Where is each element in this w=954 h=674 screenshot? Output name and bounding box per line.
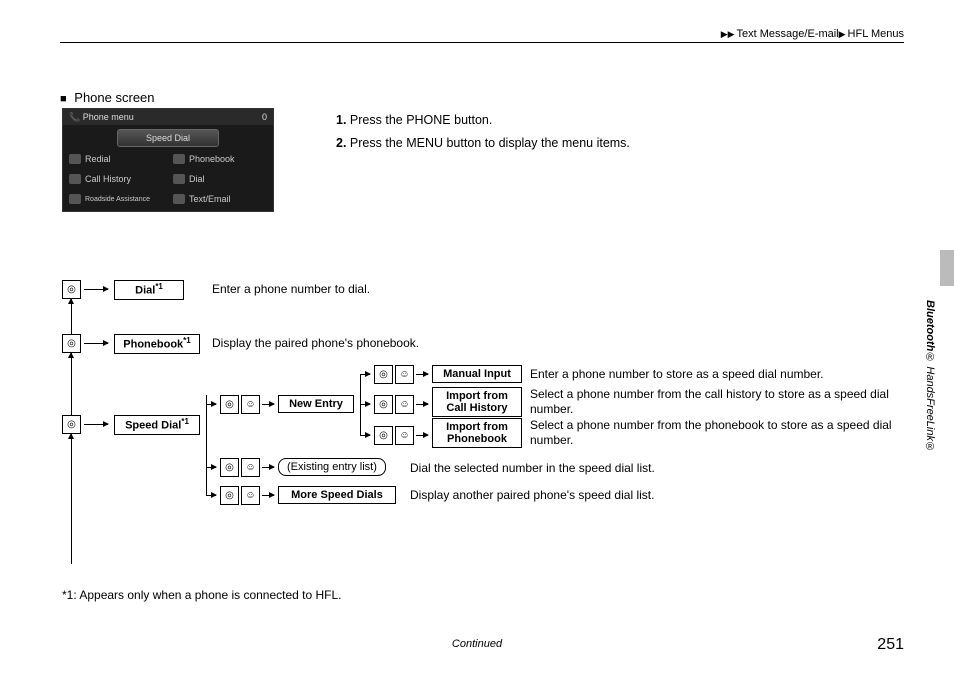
redial-icon xyxy=(69,154,81,164)
phonebook-desc: Display the paired phone's phonebook. xyxy=(212,336,419,351)
menu-diagram: ◎ Dial*1 Enter a phone number to dial. ◎… xyxy=(62,280,892,580)
selector-icon: ◎ xyxy=(62,334,81,353)
connector-line xyxy=(206,485,207,496)
callhistory-icon xyxy=(69,174,81,184)
triangle-icon: ▶ xyxy=(839,29,846,40)
selector-icon: ◎ xyxy=(62,280,81,299)
ps-title: 📞 Phone menu xyxy=(69,112,134,123)
textemail-icon xyxy=(173,194,185,204)
arrow-icon xyxy=(262,467,274,468)
arrow-icon xyxy=(360,435,370,436)
arrow-icon xyxy=(84,289,108,290)
dial-desc: Enter a phone number to dial. xyxy=(212,282,370,297)
arrow-icon xyxy=(206,495,216,496)
arrow-up-icon xyxy=(71,434,72,564)
arrow-icon xyxy=(360,374,370,375)
breadcrumb: ▶▶ Text Message/E-mail ▶ HFL Menus xyxy=(721,28,904,40)
arrow-icon xyxy=(84,343,108,344)
arrow-up-icon xyxy=(71,353,72,415)
ps-dial: Dial xyxy=(189,174,205,184)
phonebook-icon xyxy=(173,154,185,164)
arrow-icon xyxy=(262,495,274,496)
triangle-icon: ▶▶ xyxy=(721,29,735,40)
section-title-text: Phone screen xyxy=(74,90,154,105)
square-icon: ■ xyxy=(60,93,67,105)
roadside-icon xyxy=(69,194,81,204)
selector-voice-icon: ◎☺ xyxy=(220,486,260,505)
more-sd-desc: Display another paired phone's speed dia… xyxy=(410,488,654,503)
menu-import-phonebook: Import from Phonebook xyxy=(432,418,522,448)
arrow-icon xyxy=(262,404,274,405)
arrow-icon xyxy=(416,404,428,405)
menu-dial: Dial*1 xyxy=(114,280,184,300)
selector-voice-icon: ◎☺ xyxy=(374,365,414,384)
arrow-icon xyxy=(206,467,216,468)
selector-voice-icon: ◎☺ xyxy=(220,458,260,477)
menu-more-speed-dials: More Speed Dials xyxy=(278,486,396,504)
arrow-icon xyxy=(206,404,216,405)
continued-label: Continued xyxy=(452,638,502,650)
import-pb-desc: Select a phone number from the phonebook… xyxy=(530,418,900,448)
menu-existing-entry: (Existing entry list) xyxy=(278,458,386,476)
phone-menu-screenshot: 📞 Phone menu 0 Speed Dial Redial Phonebo… xyxy=(62,108,274,212)
arrow-icon xyxy=(416,374,428,375)
selector-voice-icon: ◎☺ xyxy=(374,426,414,445)
crumb-1: Text Message/E-mail xyxy=(737,28,839,40)
connector-line xyxy=(206,395,207,487)
ps-textemail: Text/Email xyxy=(189,194,231,204)
selector-voice-icon: ◎☺ xyxy=(220,395,260,414)
selector-voice-icon: ◎☺ xyxy=(374,395,414,414)
arrow-icon xyxy=(360,404,370,405)
footnote: *1: Appears only when a phone is connect… xyxy=(62,588,342,602)
manual-input-desc: Enter a phone number to store as a speed… xyxy=(530,367,900,382)
selector-icon: ◎ xyxy=(62,415,81,434)
connector-line xyxy=(360,374,361,436)
menu-manual-input: Manual Input xyxy=(432,365,522,383)
step-1: Press the PHONE button. xyxy=(350,113,492,127)
ps-phonebook: Phonebook xyxy=(189,154,235,164)
menu-speed-dial: Speed Dial*1 xyxy=(114,415,200,435)
section-title: ■ Phone screen xyxy=(60,90,155,105)
arrow-up-icon xyxy=(71,299,72,334)
ps-speed-dial: Speed Dial xyxy=(117,129,219,147)
side-label: Bluetooth® HandsFreeLink® xyxy=(924,300,936,453)
arrow-icon xyxy=(84,424,108,425)
page-number: 251 xyxy=(877,636,904,654)
ps-roadside: Roadside Assistance xyxy=(85,196,150,203)
ps-redial: Redial xyxy=(85,154,111,164)
header-rule xyxy=(60,42,904,43)
import-call-desc: Select a phone number from the call hist… xyxy=(530,387,900,417)
dial-icon xyxy=(173,174,185,184)
crumb-2: HFL Menus xyxy=(848,28,904,40)
ps-signal: 0 xyxy=(262,112,267,122)
existing-desc: Dial the selected number in the speed di… xyxy=(410,461,655,476)
steps: 1. Press the PHONE button. 2. Press the … xyxy=(336,112,636,158)
arrow-icon xyxy=(416,435,428,436)
ps-callhistory: Call History xyxy=(85,174,131,184)
menu-new-entry: New Entry xyxy=(278,395,354,413)
step-2: Press the MENU button to display the men… xyxy=(350,136,630,150)
side-tab xyxy=(940,250,954,286)
menu-phonebook: Phonebook*1 xyxy=(114,334,200,354)
menu-import-call-history: Import from Call History xyxy=(432,387,522,417)
